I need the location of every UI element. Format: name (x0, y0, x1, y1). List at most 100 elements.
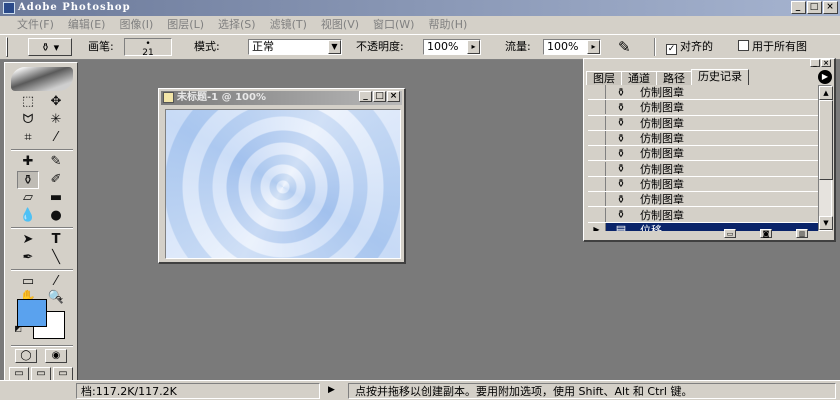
menu-layer[interactable]: 图层(L) (160, 16, 211, 34)
line-tool-icon[interactable]: ╲ (45, 249, 67, 267)
history-state-label: 仿制图章 (640, 101, 684, 115)
healing-brush-icon[interactable]: ✚ (17, 153, 39, 171)
image-canvas[interactable] (165, 109, 401, 259)
use-all-layers-checkbox[interactable]: 用于所有图 (738, 38, 807, 56)
opacity-field[interactable]: 100% ▸ (423, 39, 481, 55)
mode-select[interactable]: 正常 ▼ (248, 39, 342, 55)
document-title-bar[interactable]: 未标题-1 @ 100% _ □ × (161, 91, 402, 105)
brush-picker[interactable]: • 21 (124, 38, 172, 58)
toolbox-separator (11, 227, 73, 229)
menu-filter[interactable]: 滤镜(T) (263, 16, 314, 34)
type-tool-icon[interactable]: T (45, 231, 67, 249)
menu-select[interactable]: 选择(S) (211, 16, 263, 34)
history-source-box[interactable] (588, 100, 606, 115)
adobe-feather-logo[interactable] (11, 67, 73, 91)
tab-paths[interactable]: 路径 (656, 71, 692, 85)
menu-view[interactable]: 视图(V) (314, 16, 366, 34)
history-state-row[interactable]: ⚱ 仿制图章 (588, 130, 820, 147)
history-state-row[interactable]: ⚱ 仿制图章 (588, 161, 820, 177)
history-state-label: 仿制图章 (640, 177, 684, 191)
history-state-row[interactable]: ⚱ 仿制图章 (588, 85, 820, 101)
flow-value: 100% (547, 40, 579, 53)
marquee-tool-icon[interactable]: ⬚ (17, 93, 39, 111)
minimize-button[interactable]: _ (791, 1, 806, 14)
options-bar: ⚱ ▾ 画笔: • 21 模式: 正常 ▼ 不透明度: 100% ▸ 流量: 1… (0, 34, 840, 60)
palette-close-button[interactable]: × (821, 59, 831, 67)
gradient-tool-icon[interactable]: ▬ (45, 189, 67, 207)
scrollbar-thumb[interactable] (819, 100, 833, 180)
menu-image[interactable]: 图像(I) (112, 16, 160, 34)
history-brush-icon[interactable]: ✐ (45, 171, 67, 189)
history-source-box[interactable] (588, 161, 606, 176)
triangle-right-icon[interactable]: ▸ (467, 40, 480, 54)
palette-footer: ▭ ◙ ▥ (586, 229, 832, 239)
trash-icon[interactable]: ▥ (796, 229, 808, 238)
stamp-icon: ⚱ (616, 131, 626, 145)
history-state-row[interactable]: ⚱ 仿制图章 (588, 146, 820, 162)
history-state-row[interactable]: ⚱ 仿制图章 (588, 115, 820, 131)
palette-header[interactable]: _ × (585, 59, 833, 69)
menu-file[interactable]: 文件(F) (10, 16, 61, 34)
palette-menu-icon[interactable]: ▶ (818, 70, 832, 84)
tab-channels[interactable]: 通道 (621, 71, 657, 85)
maximize-button[interactable]: □ (807, 1, 822, 14)
brush-tool-icon[interactable]: ✎ (45, 153, 67, 171)
history-state-label: 仿制图章 (640, 116, 684, 130)
clone-stamp-tool-icon[interactable]: ⚱ (17, 171, 39, 189)
lasso-tool-icon[interactable]: ᗢ (17, 111, 39, 129)
history-state-row[interactable]: ⚱ 仿制图章 (588, 100, 820, 116)
swap-colors-icon[interactable]: ↷ (53, 295, 65, 305)
quick-mask-mode-button[interactable]: ◉ (45, 349, 67, 363)
triangle-right-icon[interactable]: ▸ (587, 40, 600, 54)
history-source-box[interactable] (588, 115, 606, 130)
dodge-tool-icon[interactable]: ● (45, 207, 67, 225)
status-menu-arrow-icon[interactable]: ▶ (328, 383, 342, 399)
history-state-row[interactable]: ⚱ 仿制图章 (588, 192, 820, 208)
menu-edit[interactable]: 编辑(E) (61, 16, 113, 34)
menu-help[interactable]: 帮助(H) (421, 16, 474, 34)
history-source-box[interactable] (588, 176, 606, 191)
doc-size-readout[interactable]: 档:117.2K/117.2K (76, 383, 320, 399)
history-scrollbar[interactable]: ▲ ▼ (818, 85, 833, 231)
close-button[interactable]: × (823, 1, 838, 14)
new-snapshot-icon[interactable]: ◙ (760, 229, 772, 238)
blur-tool-icon[interactable]: 💧 (17, 207, 39, 225)
full-screen-button[interactable]: ▭ (53, 367, 73, 381)
tab-layers[interactable]: 图层 (586, 71, 622, 85)
airbrush-icon[interactable]: ✎ (618, 38, 631, 56)
options-grip[interactable] (6, 37, 8, 57)
scroll-up-button[interactable]: ▲ (819, 86, 833, 100)
tab-history[interactable]: 历史记录 (691, 69, 749, 85)
magic-wand-icon[interactable]: ✳ (45, 111, 67, 129)
history-source-box[interactable] (588, 131, 606, 146)
flow-field[interactable]: 100% ▸ (543, 39, 601, 55)
new-document-from-state-icon[interactable]: ▭ (724, 229, 736, 238)
menu-window[interactable]: 窗口(W) (366, 16, 421, 34)
pen-tool-icon[interactable]: ✒ (17, 249, 39, 267)
history-source-box[interactable] (588, 192, 606, 207)
move-tool-icon[interactable]: ✥ (45, 93, 67, 111)
standard-mode-button[interactable]: ◯ (15, 349, 37, 363)
palette-minimize-button[interactable]: _ (810, 59, 820, 67)
full-screen-menu-button[interactable]: ▭ (31, 367, 51, 381)
tool-preset-picker[interactable]: ⚱ ▾ (28, 38, 72, 56)
history-source-box[interactable] (588, 207, 606, 222)
doc-maximize-button[interactable]: □ (373, 91, 386, 102)
photoshop-app-icon (3, 2, 15, 14)
scroll-down-button[interactable]: ▼ (819, 216, 833, 230)
history-source-box[interactable] (588, 146, 606, 161)
eraser-tool-icon[interactable]: ▱ (17, 189, 39, 207)
standard-screen-button[interactable]: ▭ (9, 367, 29, 381)
foreground-color-swatch[interactable] (17, 299, 47, 327)
aligned-checkbox[interactable]: ✓ 对齐的 (666, 38, 713, 56)
flow-label: 流量: (505, 40, 531, 53)
toolbox-separator (11, 149, 73, 151)
history-state-row[interactable]: ⚱ 仿制图章 (588, 207, 820, 223)
history-source-box[interactable] (588, 85, 606, 100)
crop-tool-icon[interactable]: ⌗ (17, 129, 39, 147)
history-state-row[interactable]: ⚱ 仿制图章 (588, 176, 820, 193)
doc-close-button[interactable]: × (387, 91, 400, 102)
doc-minimize-button[interactable]: _ (359, 91, 372, 102)
slice-tool-icon[interactable]: ⁄ (45, 129, 67, 147)
path-selection-icon[interactable]: ➤ (17, 231, 39, 249)
